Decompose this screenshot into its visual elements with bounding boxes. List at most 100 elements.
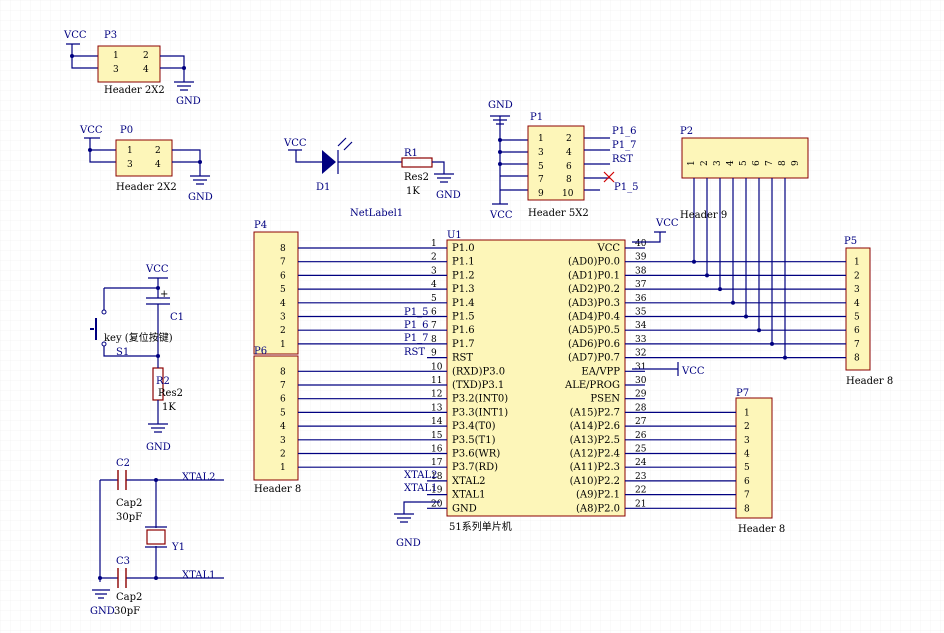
p3-pin: 2 — [143, 51, 149, 61]
s1-designator: S1 — [116, 347, 129, 358]
p2-pin: 8 — [778, 160, 788, 166]
net-label-1: NetLabel1 — [350, 208, 403, 219]
p1-pin: 6 — [566, 162, 572, 172]
p3-vcc-label: VCC — [63, 30, 87, 41]
c2-designator: C2 — [116, 458, 130, 469]
p2-pin: 6 — [752, 160, 762, 166]
p6-pin: 7 — [280, 381, 286, 391]
p5-comment: Header 8 — [846, 376, 893, 387]
u1-gnd-label: GND — [396, 538, 421, 549]
p1-pin: 7 — [538, 175, 544, 185]
u1-pin-number: 17 — [431, 458, 443, 468]
p7-pin: 7 — [744, 491, 750, 501]
p6-body — [253, 355, 299, 481]
u1-pin-number: 27 — [635, 417, 647, 427]
u1-pin-number: 16 — [431, 445, 443, 455]
y1-designator: Y1 — [171, 542, 185, 553]
c1-polarity: + — [160, 289, 168, 300]
u1-pin-name: (A12)P2.4 — [570, 449, 620, 460]
u1-pin-name: VCC — [596, 243, 620, 254]
u1-net-label: XTAL1 — [404, 483, 437, 494]
u1-pin-name: (AD0)P0.0 — [568, 257, 620, 268]
u1-pin-name: (A15)P2.7 — [570, 407, 620, 418]
p1-body — [527, 125, 585, 201]
u1-pin-number: 3 — [431, 266, 437, 276]
p1-designator: P1 — [530, 112, 543, 123]
u1-designator: U1 — [447, 230, 462, 241]
u1-pin-name: P3.3(INT1) — [452, 407, 508, 418]
p0-body — [115, 139, 173, 177]
r2-gnd-label: GND — [146, 442, 171, 453]
p6-pin: 6 — [280, 395, 286, 405]
crystal-gnd-label: GND — [90, 606, 115, 617]
u1-pin-number: 22 — [635, 486, 646, 496]
reset-vcc-label: VCC — [145, 264, 169, 275]
u1-pin-name: P1.1 — [452, 257, 475, 268]
p7-pin: 8 — [744, 504, 750, 514]
r1-gnd-label: GND — [436, 190, 461, 201]
p1-pin: 8 — [566, 175, 572, 185]
p3-pin: 3 — [113, 65, 119, 75]
u1-pin-name: (AD5)P0.5 — [568, 325, 620, 336]
p1-net-label: RST — [612, 154, 633, 165]
p1-net-label: P1_5 — [614, 182, 638, 193]
p1-gnd-label: GND — [488, 100, 513, 111]
u1-pin-number: 13 — [431, 403, 443, 413]
p6-pin: 1 — [280, 463, 286, 473]
u1-pin-number: 25 — [635, 445, 647, 455]
p7-designator: P7 — [736, 388, 749, 399]
u1-pin-number: 14 — [431, 417, 443, 427]
p6-pin: 2 — [280, 450, 286, 460]
p0-gnd-label: GND — [188, 192, 213, 203]
p7-comment: Header 8 — [738, 524, 785, 535]
u1-pin-name: (TXD)P3.1 — [452, 380, 504, 391]
p1-pin: 5 — [538, 162, 544, 172]
u1-pin-name: EA/VPP — [581, 366, 620, 377]
u1-pin-name: P3.4(T0) — [452, 421, 496, 432]
p4-pin: 6 — [280, 271, 286, 281]
p1-pin: 10 — [562, 189, 574, 199]
u1-pin-name: (A13)P2.5 — [570, 435, 620, 446]
p5-pin: 7 — [854, 340, 860, 350]
u1-pin-name: (A14)P2.6 — [570, 421, 620, 432]
u1-net-label: P1_5 — [404, 307, 428, 318]
r1-type: Res2 — [404, 172, 429, 183]
p3-body — [97, 45, 161, 83]
u1-pin-number: 28 — [635, 403, 647, 413]
p6-pin: 8 — [280, 367, 286, 377]
schematic-canvas: VCC P3 1 2 3 4 GND Header 2X2 VCC P0 1 2… — [0, 0, 944, 633]
p6-pin: 3 — [280, 436, 286, 446]
u1-pin-number: 26 — [635, 431, 647, 441]
u1-pin-number: 38 — [635, 266, 647, 276]
p1-net-label: P1_6 — [612, 126, 636, 137]
p1-vcc-label: VCC — [489, 210, 513, 221]
p7-body — [735, 397, 773, 519]
p4-pin: 2 — [280, 326, 286, 336]
p4-body — [253, 231, 299, 355]
schematic-svg: VCC P3 1 2 3 4 GND Header 2X2 VCC P0 1 2… — [0, 0, 944, 633]
u1-pin-name: P1.7 — [452, 339, 475, 350]
u1-pin-number: 37 — [635, 280, 647, 290]
p5-pin: 6 — [854, 326, 860, 336]
p6-comment: Header 8 — [254, 484, 301, 495]
p7-pin: 2 — [744, 422, 750, 432]
u1-pin-number: 31 — [635, 362, 646, 372]
u1-pin-name: (A9)P2.1 — [576, 490, 620, 501]
p1-pin: 2 — [566, 134, 572, 144]
p6-designator: P6 — [254, 346, 267, 357]
u1-pin-name: (A10)P2.2 — [570, 476, 620, 487]
p0-designator: P0 — [120, 125, 133, 136]
u1-pin-number: 10 — [431, 362, 443, 372]
u1-pin-number: 7 — [431, 321, 437, 331]
p1-pin: 1 — [538, 134, 544, 144]
p2-pin: 9 — [791, 160, 801, 166]
u1-net-label: P1_7 — [404, 333, 428, 344]
u1-pin-number: 32 — [635, 349, 646, 359]
p5-pin: 8 — [854, 354, 860, 364]
u1-pin-name: RST — [452, 353, 473, 364]
u1-pin-number: 36 — [635, 294, 647, 304]
u1-pin-number: 29 — [635, 390, 647, 400]
u1-pin-name: (AD6)P0.6 — [568, 339, 620, 350]
p0-pin: 3 — [127, 160, 133, 170]
r2-type: Res2 — [158, 388, 183, 399]
